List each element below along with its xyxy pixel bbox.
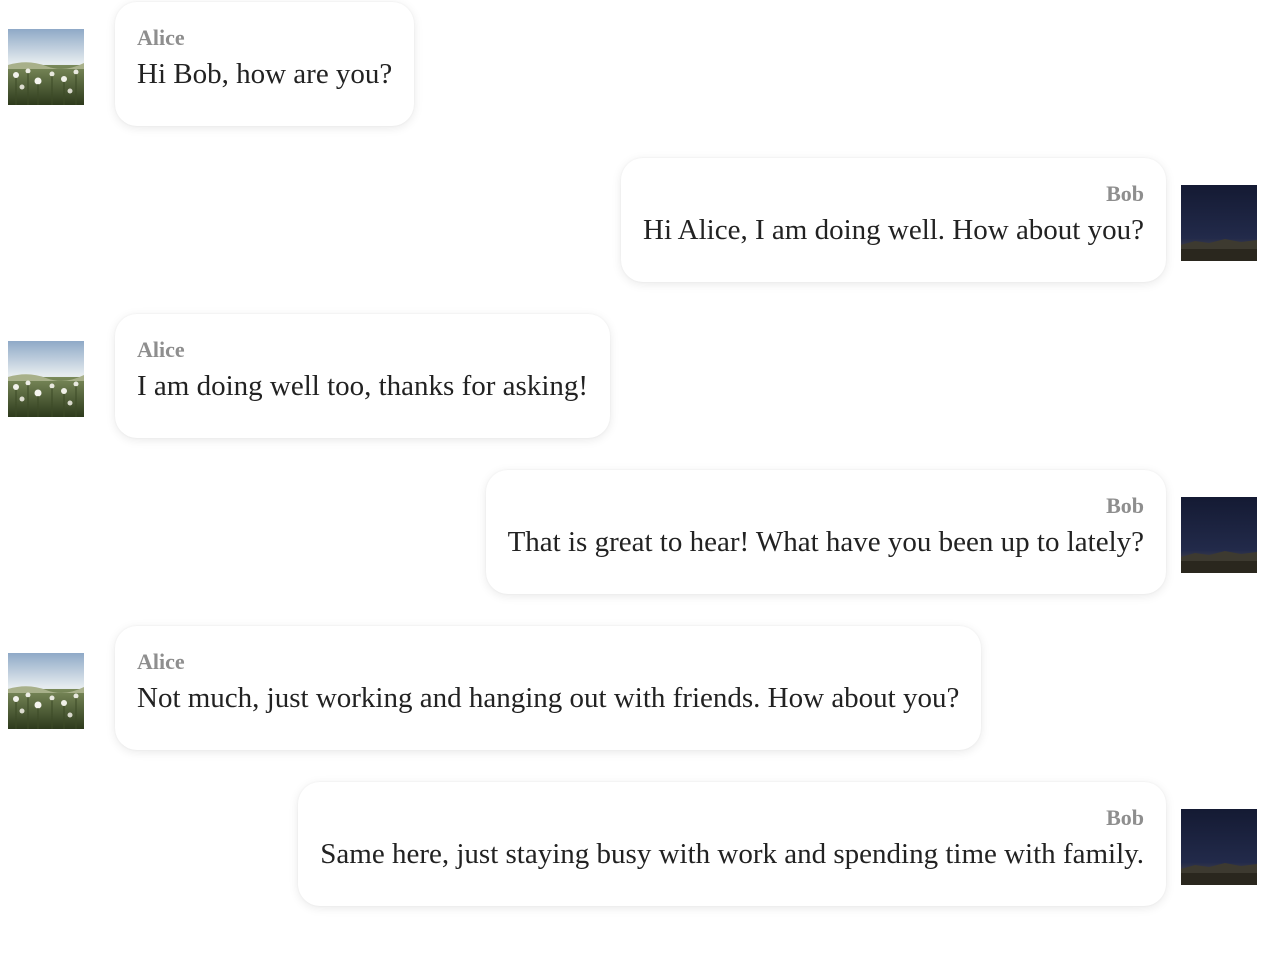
message-row-alice: Alice Not much, just working and hanging…: [0, 624, 1280, 754]
message-bubble: Alice Not much, just working and hanging…: [115, 626, 982, 750]
avatar-bob[interactable]: [1181, 497, 1257, 573]
message-bubble: Bob Hi Alice, I am doing well. How about…: [621, 158, 1166, 282]
message-text: I am doing well too, thanks for asking!: [137, 370, 589, 402]
message-row-alice: Alice Hi Bob, how are you?: [0, 0, 1280, 130]
message-bubble: Bob That is great to hear! What have you…: [485, 470, 1166, 594]
message-text: Hi Bob, how are you?: [137, 58, 393, 90]
night-sky-photo-icon: [1181, 497, 1257, 573]
meadow-photo-icon: [8, 341, 84, 417]
message-bubble: Alice Hi Bob, how are you?: [115, 2, 415, 126]
sender-name: Bob: [1106, 493, 1144, 518]
message-row-bob: Bob Hi Alice, I am doing well. How about…: [0, 156, 1280, 286]
avatar-alice[interactable]: [8, 653, 84, 729]
sender-name: Bob: [1106, 181, 1144, 206]
message-bubble: Bob Same here, just staying busy with wo…: [298, 782, 1166, 906]
message-bubble: Alice I am doing well too, thanks for as…: [115, 314, 611, 438]
sender-name: Alice: [137, 337, 185, 362]
avatar-bob[interactable]: [1181, 809, 1257, 885]
meadow-photo-icon: [8, 653, 84, 729]
message-row-bob: Bob That is great to hear! What have you…: [0, 468, 1280, 598]
sender-name: Bob: [1106, 805, 1144, 830]
message-text: Not much, just working and hanging out w…: [137, 682, 960, 714]
avatar-bob[interactable]: [1181, 185, 1257, 261]
message-text: Hi Alice, I am doing well. How about you…: [643, 214, 1144, 246]
message-row-bob: Bob Same here, just staying busy with wo…: [0, 780, 1280, 910]
night-sky-photo-icon: [1181, 185, 1257, 261]
message-text: That is great to hear! What have you bee…: [507, 526, 1144, 558]
sender-name: Alice: [137, 25, 185, 50]
meadow-photo-icon: [8, 29, 84, 105]
sender-name: Alice: [137, 649, 185, 674]
message-row-alice: Alice I am doing well too, thanks for as…: [0, 312, 1280, 442]
night-sky-photo-icon: [1181, 809, 1257, 885]
message-text: Same here, just staying busy with work a…: [320, 838, 1144, 870]
avatar-alice[interactable]: [8, 29, 84, 105]
avatar-alice[interactable]: [8, 341, 84, 417]
